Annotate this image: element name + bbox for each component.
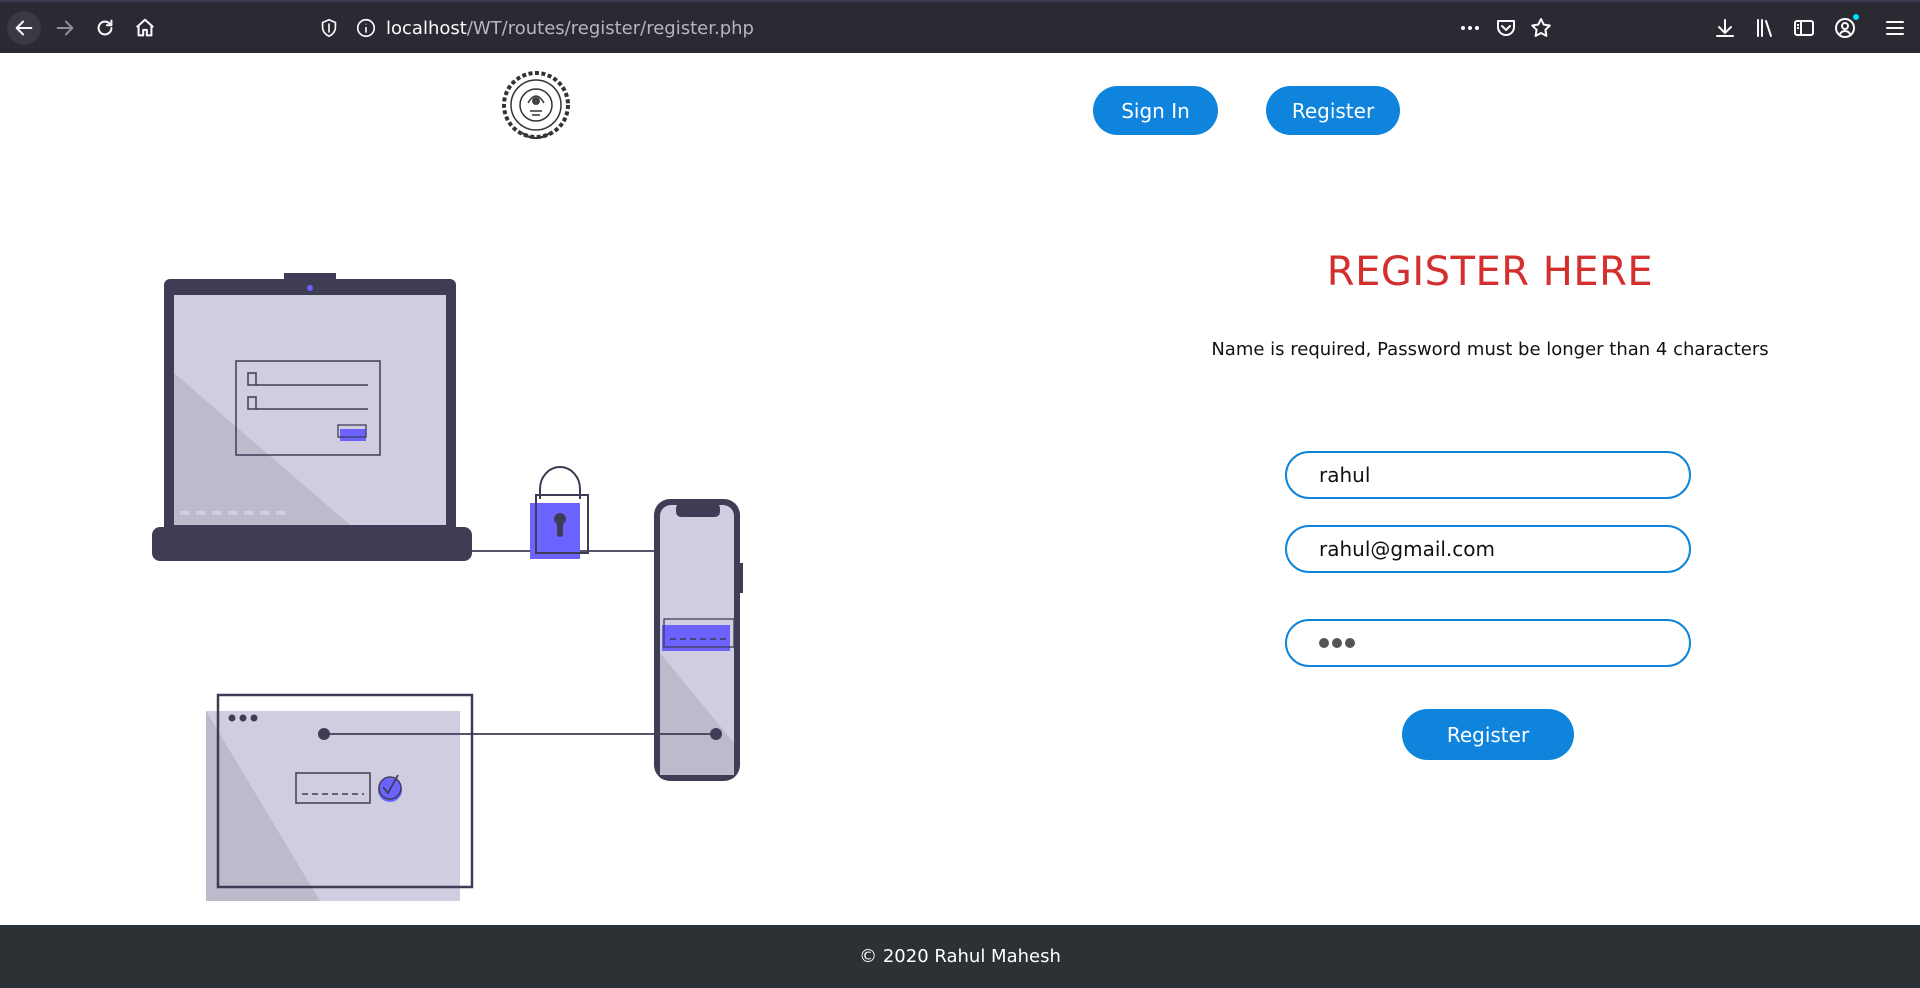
forward-button[interactable] <box>48 11 82 45</box>
url-path: /WT/routes/register/register.php <box>466 18 754 39</box>
name-value: rahul <box>1319 463 1371 487</box>
password-mask-dot <box>1319 638 1329 648</box>
more-icon[interactable] <box>1458 16 1482 40</box>
sign-in-button[interactable]: Sign In <box>1093 86 1218 135</box>
url-bar[interactable]: localhost/WT/routes/register/register.ph… <box>386 18 754 39</box>
menu-icon[interactable] <box>1883 16 1907 40</box>
reload-icon <box>97 19 113 36</box>
library-icon[interactable] <box>1753 16 1777 40</box>
forward-icon <box>56 20 74 36</box>
form-hint: Name is required, Password must be longe… <box>1211 339 1769 360</box>
password-mask-dot <box>1332 638 1342 648</box>
footer-copyright: © 2020 Rahul Mahesh <box>859 946 1061 967</box>
page-content: Sign In Register REGISTER HERE Name is r… <box>0 53 1920 925</box>
star-icon[interactable] <box>1529 16 1553 40</box>
browser-toolbar: localhost/WT/routes/register/register.ph… <box>0 0 1920 53</box>
security-illustration <box>152 273 743 901</box>
footer: © 2020 Rahul Mahesh <box>0 925 1920 988</box>
home-icon <box>136 18 154 37</box>
college-logo <box>502 71 570 139</box>
email-value: rahul@gmail.com <box>1319 537 1496 561</box>
account-icon[interactable] <box>1833 13 1860 40</box>
notification-dot <box>1852 13 1860 21</box>
info-icon[interactable] <box>355 17 377 39</box>
back-button[interactable] <box>7 11 41 45</box>
download-icon[interactable] <box>1713 16 1737 40</box>
name-field[interactable]: rahul <box>1285 451 1691 499</box>
nav-register-button[interactable]: Register <box>1266 86 1400 135</box>
sidebar-icon[interactable] <box>1792 16 1816 40</box>
pocket-icon[interactable] <box>1494 16 1518 40</box>
form-title: REGISTER HERE <box>1326 249 1654 295</box>
register-submit-button[interactable]: Register <box>1402 709 1574 760</box>
home-button[interactable] <box>128 11 162 45</box>
back-icon <box>15 20 33 36</box>
tracking-shield-icon[interactable] <box>318 17 340 39</box>
password-mask-dot <box>1345 638 1355 648</box>
password-field[interactable] <box>1285 619 1691 667</box>
url-host: localhost <box>386 18 467 39</box>
reload-button[interactable] <box>88 11 122 45</box>
email-field[interactable]: rahul@gmail.com <box>1285 525 1691 573</box>
